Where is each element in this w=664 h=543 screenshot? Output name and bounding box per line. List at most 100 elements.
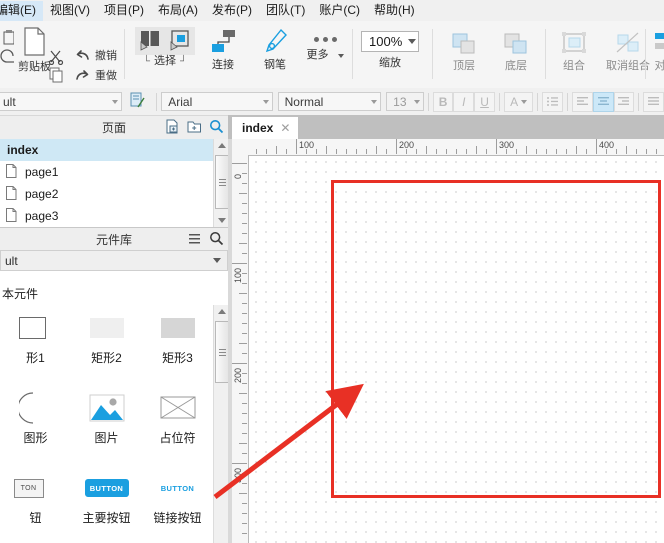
ribbon-separator-3: [432, 29, 433, 79]
scroll-up-icon[interactable]: [214, 305, 229, 319]
style-combo[interactable]: ult: [0, 92, 123, 111]
library-selector-combo[interactable]: ult: [0, 250, 228, 271]
menu-team[interactable]: 团队(T): [259, 1, 312, 21]
search-icon[interactable]: [209, 231, 224, 249]
primary-button-icon: BUTTON: [84, 465, 129, 511]
group-group[interactable]: 组合: [552, 21, 596, 88]
page-item-page3[interactable]: page3: [0, 205, 228, 227]
chevron-down-icon: [262, 99, 269, 104]
select-tool-buttons[interactable]: [135, 27, 195, 55]
library-scrollbar[interactable]: [213, 305, 230, 543]
widget-button[interactable]: TON 钮: [0, 465, 71, 543]
search-icon[interactable]: [209, 119, 224, 137]
zoom-combo[interactable]: 100%: [361, 31, 419, 52]
redo-button[interactable]: 重做: [72, 68, 120, 84]
app-window: 编辑(E) 视图(V) 项目(P) 布局(A) 发布(P) 团队(T) 账户(C…: [0, 0, 664, 543]
style-manager-button[interactable]: [129, 92, 146, 112]
add-page-icon[interactable]: [165, 119, 180, 137]
page-label: index: [7, 143, 39, 157]
align-justify-icon: [648, 97, 660, 105]
grip-icon: [219, 347, 226, 358]
menu-edit[interactable]: 编辑(E): [0, 0, 43, 21]
scissors-icon: [48, 50, 64, 66]
menu-publish[interactable]: 发布(P): [205, 1, 259, 21]
font-weight-combo[interactable]: Normal: [277, 92, 382, 111]
quick-access-clipped[interactable]: [0, 29, 15, 78]
menu-layout[interactable]: 布局(A): [151, 1, 205, 21]
library-section-header[interactable]: 本元件: [0, 281, 230, 305]
document-icon: [6, 207, 17, 225]
redo-label: 重做: [95, 70, 117, 82]
ungroup-label: 取消组合: [606, 60, 650, 72]
format-divider-3: [498, 92, 500, 111]
font-size-combo[interactable]: 13: [386, 92, 424, 111]
connect-tool-group[interactable]: 连接: [200, 21, 246, 88]
pages-panel-actions: [165, 116, 224, 139]
pages-scrollbar[interactable]: [213, 139, 230, 227]
widget-link-button[interactable]: BUTTON 链接按钮: [142, 465, 213, 543]
align-justify-button[interactable]: [643, 91, 664, 112]
widget-rectangle1[interactable]: 形1: [0, 305, 71, 385]
format-divider-4: [537, 92, 539, 111]
align-right-button[interactable]: [613, 91, 635, 112]
more-tool-group[interactable]: 更多: [300, 21, 350, 88]
ribbon-separator-4: [545, 29, 546, 79]
ribbon-separator-1: [124, 29, 125, 79]
horizontal-ruler: 100 200 300 400: [248, 139, 664, 156]
widget-rectangle2[interactable]: 矩形2: [71, 305, 142, 385]
widget-placeholder[interactable]: 占位符: [142, 385, 213, 465]
send-to-back-group[interactable]: 底层: [494, 21, 538, 88]
pen-tool-group[interactable]: 钢笔: [252, 21, 298, 88]
copy-button[interactable]: [48, 67, 64, 86]
style-value: ult: [3, 94, 16, 109]
align-center-button[interactable]: [592, 91, 614, 112]
document-icon: [6, 185, 17, 203]
pages-list: index page1 page2 page3: [0, 139, 228, 228]
bullet-list-icon: [547, 97, 559, 106]
paste-button[interactable]: [21, 25, 49, 59]
design-canvas[interactable]: [249, 156, 664, 543]
page-item-page1[interactable]: page1: [0, 161, 228, 183]
add-folder-icon[interactable]: [187, 119, 202, 137]
widget-rectangle3[interactable]: 矩形3: [142, 305, 213, 385]
underline-button[interactable]: U: [474, 91, 495, 112]
widget-primary-button[interactable]: BUTTON 主要按钮: [71, 465, 142, 543]
text-color-button[interactable]: A: [503, 91, 534, 112]
menu-project[interactable]: 项目(P): [97, 1, 151, 21]
ribbon-separator-5: [645, 29, 646, 79]
menu-help[interactable]: 帮助(H): [367, 1, 422, 21]
vertical-ruler: 0 100 200 300: [232, 155, 249, 543]
clipboard-label: 剪贴板: [18, 61, 51, 73]
widget-image[interactable]: 图片: [71, 385, 142, 465]
bullet-list-button[interactable]: [542, 91, 564, 112]
italic-button[interactable]: I: [453, 91, 475, 112]
menu-account[interactable]: 账户(C): [312, 1, 367, 21]
cut-button[interactable]: [48, 49, 64, 68]
align-left-button[interactable]: [572, 91, 593, 112]
close-icon[interactable]: ✕: [280, 121, 290, 135]
scroll-down-icon[interactable]: [214, 213, 229, 227]
scroll-up-icon[interactable]: [214, 139, 229, 153]
ruler-v-label: 300: [233, 467, 243, 483]
page-item-page2[interactable]: page2: [0, 183, 228, 205]
menu-view[interactable]: 视图(V): [43, 1, 97, 21]
font-family-combo[interactable]: Arial: [161, 92, 273, 111]
more-label: 更多: [306, 49, 329, 61]
font-weight-value: Normal: [284, 94, 324, 109]
library-panel-header: 元件库: [0, 228, 228, 252]
page-item-index[interactable]: index: [0, 139, 228, 161]
align-group[interactable]: 对: [650, 21, 664, 88]
bring-to-front-group[interactable]: 顶层: [442, 21, 486, 88]
chevron-down-icon: [413, 99, 420, 104]
undo-button[interactable]: 撤销: [72, 48, 120, 64]
bold-button[interactable]: B: [432, 91, 454, 112]
menu-icon[interactable]: [187, 231, 202, 249]
ungroup-group[interactable]: 取消组合: [600, 21, 656, 88]
widget-circle[interactable]: 图形: [0, 385, 71, 465]
canvas-tab-index[interactable]: index ✕: [232, 117, 299, 139]
button-icon: TON: [13, 465, 44, 511]
widget-label: 图形: [23, 431, 48, 445]
widget-label: 矩形3: [162, 351, 193, 365]
widget-label: 钮: [29, 511, 42, 525]
select-region-icon: [170, 30, 189, 51]
